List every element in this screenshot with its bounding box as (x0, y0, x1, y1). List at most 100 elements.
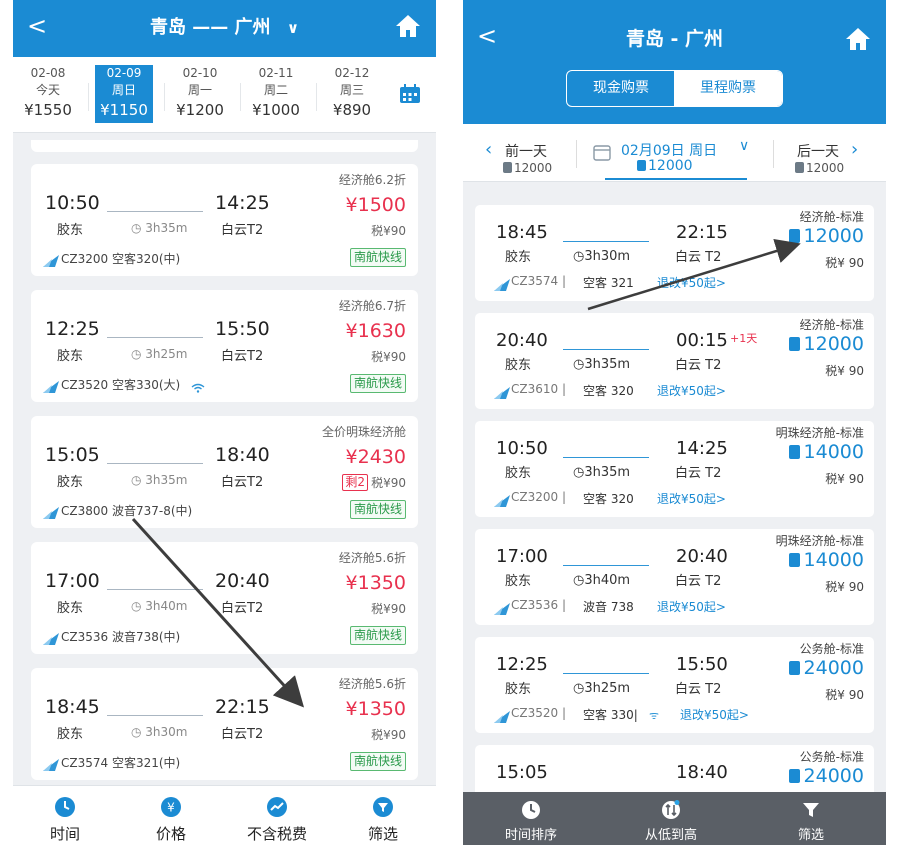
miles-coin-icon (503, 162, 512, 173)
toolbar-filter-button[interactable]: 筛选 (761, 800, 861, 843)
duration: ◷ 3h40m (131, 599, 188, 613)
toolbar-clock-button[interactable]: 时间排序 (481, 800, 581, 843)
date-tab-price: ¥1200 (176, 101, 224, 119)
toolbar-yen-button[interactable]: ¥ 价格 (131, 796, 211, 844)
change-policy-link[interactable]: 退改¥50起> (657, 490, 726, 507)
cabin-class: 明珠经济舱-标准 (775, 426, 864, 440)
duration: ◷3h30m (573, 249, 630, 264)
express-tag: 南航快线 (349, 500, 406, 519)
duration-value: 3h25m (584, 681, 631, 696)
chevron-down-icon: ∨ (286, 19, 299, 37)
toolbar-clock-button[interactable]: 时间 (25, 796, 105, 844)
flight-card[interactable]: 20:40 00:15 +1天 经济舱-标准 12000 胶东 白云 T2 ◷3h35m 税¥ … (475, 313, 874, 409)
airline-logo-icon (43, 378, 59, 393)
miles-price: 14000 (788, 549, 864, 571)
clock-icon: ◷ (573, 357, 585, 372)
day-navigator: ‹ 前一天 12000 02月09日 周日 ∨ 12000 后一天 › 1200… (463, 124, 886, 182)
toolbar-label: 筛选 (367, 825, 398, 843)
current-day-button[interactable]: 02月09日 周日 ∨ 12000 (593, 134, 753, 180)
next-day-marker: +1天 (730, 332, 758, 345)
departure-time: 17:00 (496, 546, 548, 567)
date-tab-02-10[interactable]: 02-10 周一 ¥1200 (171, 65, 229, 123)
tax-amount: 税¥90 (371, 350, 406, 364)
svg-text:¥: ¥ (167, 801, 175, 815)
date-tab-price: ¥1000 (252, 101, 300, 119)
flight-info: CZ3536 波音738(中) (61, 630, 181, 644)
tab-cash[interactable]: 现金购票 (567, 71, 675, 106)
change-policy-link[interactable]: 退改¥50起> (657, 598, 726, 615)
aircraft-type: 空客 320 (583, 492, 634, 506)
airline-logo-icon (43, 630, 59, 645)
wifi-icon (191, 378, 205, 393)
date-tab-day: 今天 (35, 83, 60, 97)
divider (576, 140, 577, 168)
route-title[interactable]: 青岛 —— 广州 ∨ (13, 16, 436, 40)
flight-card[interactable]: 10:50 14:25 明珠经济舱-标准 14000 胶东 白云 T2 ◷3h35m 税¥ 9… (475, 421, 874, 517)
cabin-class: 明珠经济舱-标准 (775, 534, 864, 548)
flight-card[interactable]: 10:50 14:25 胶东 白云T2 ◷ 3h35m 经济舱6.2折 ¥1500 税¥90 C… (31, 164, 418, 276)
departure-time: 10:50 (496, 438, 548, 459)
flight-card[interactable]: 17:00 20:40 明珠经济舱-标准 14000 胶东 白云 T2 ◷3h40m 税¥ 9… (475, 529, 874, 625)
tax-amount: 税¥ 90 (825, 472, 864, 486)
change-policy-link[interactable]: 退改¥50起> (680, 706, 749, 723)
route-line (107, 589, 203, 590)
route-line (563, 349, 649, 350)
flight-card[interactable]: 18:45 22:15 胶东 白云T2 ◷ 3h30m 经济舱5.6折 ¥1350 税¥90 C… (31, 668, 418, 780)
duration-value: 3h30m (584, 249, 631, 264)
departure-time: 20:40 (496, 330, 548, 351)
arrival-airport: 白云 T2 (675, 250, 722, 265)
miles-value: 12000 (803, 225, 864, 247)
miles-coin-icon (788, 337, 800, 351)
filter-icon (801, 800, 821, 820)
arrival-airport: 白云 T2 (675, 358, 722, 373)
arrival-time: 20:40 (215, 570, 270, 592)
miles-fare-screen: < 青岛 - 广州 现金购票 里程购票 ‹ 前一天 12000 02月09日 周… (463, 0, 886, 845)
departure-time: 10:50 (45, 192, 100, 214)
flight-card[interactable]: 12:25 15:50 胶东 白云T2 ◷ 3h25m 经济舱6.7折 ¥1630 税¥90 C… (31, 290, 418, 402)
tax-amount: 税¥ 90 (825, 580, 864, 594)
miles-value: 14000 (803, 441, 864, 463)
clock-icon: ◷ (573, 573, 585, 588)
home-icon[interactable] (844, 26, 872, 52)
departure-airport: 胶东 (57, 475, 84, 490)
toolbar-trend-button[interactable]: 不含税费 (237, 796, 317, 844)
fare-price: ¥1500 (345, 194, 406, 216)
flight-card[interactable]: 12:25 15:50 公务舱-标准 24000 胶东 白云 T2 ◷3h25m 税¥ 90 C… (475, 637, 874, 733)
date-tab-02-08[interactable]: 02-08 今天 ¥1550 (19, 65, 77, 123)
aircraft-type: 空客 320 (583, 384, 634, 398)
home-icon[interactable] (394, 13, 422, 39)
change-policy-link[interactable]: 退改¥50起> (657, 382, 726, 399)
airline-logo-icon (494, 492, 510, 507)
duration: ◷ 3h35m (131, 473, 188, 487)
route-line (563, 673, 649, 674)
tax-amount: 税¥ 90 (825, 256, 864, 270)
bottom-toolbar: 时间排序 从低到高 筛选 (463, 792, 886, 845)
route-line (563, 241, 649, 242)
tab-miles[interactable]: 里程购票 (674, 71, 782, 106)
duration: ◷3h35m (573, 357, 630, 372)
arrival-time: 22:15 (215, 696, 270, 718)
change-policy-link[interactable]: 退改¥50起> (657, 274, 726, 291)
tax-amount: 税¥90 (371, 602, 406, 616)
clock-icon: ◷ (573, 249, 585, 264)
arrival-airport: 白云T2 (221, 349, 264, 364)
toolbar-filter-button[interactable]: 筛选 (343, 796, 423, 844)
date-tab-date: 02-10 (182, 66, 218, 80)
flight-card[interactable]: 17:00 20:40 胶东 白云T2 ◷ 3h40m 经济舱5.6折 ¥1350 税¥90 C… (31, 542, 418, 654)
calendar-icon[interactable] (399, 84, 421, 104)
clock-icon: ◷ (131, 221, 146, 235)
current-day-label: 02月09日 周日 (621, 143, 718, 159)
date-tab-day: 周二 (263, 83, 288, 97)
arrival-airport: 白云T2 (221, 601, 264, 616)
date-tab-02-12[interactable]: 02-12 周三 ¥890 (323, 65, 381, 123)
aircraft-type: 空客 321 (583, 276, 634, 290)
flight-card[interactable]: 15:05 18:40 胶东 白云T2 ◷ 3h35m 全价明珠经济舱 ¥2430 税¥90 剩… (31, 416, 418, 528)
date-tab-date: 02-11 (258, 66, 294, 80)
current-day-underline (605, 178, 747, 180)
toolbar-sort-button[interactable]: 从低到高 (621, 800, 721, 843)
date-tab-02-11[interactable]: 02-11 周二 ¥1000 (247, 65, 305, 123)
flight-card[interactable]: 18:45 22:15 经济舱-标准 12000 胶东 白云 T2 ◷3h30m 税¥ 90 C… (475, 205, 874, 301)
date-tab-02-09[interactable]: 02-09 周日 ¥1150 (95, 65, 153, 123)
clock-icon: ◷ (131, 725, 146, 739)
departure-airport: 胶东 (57, 727, 84, 742)
